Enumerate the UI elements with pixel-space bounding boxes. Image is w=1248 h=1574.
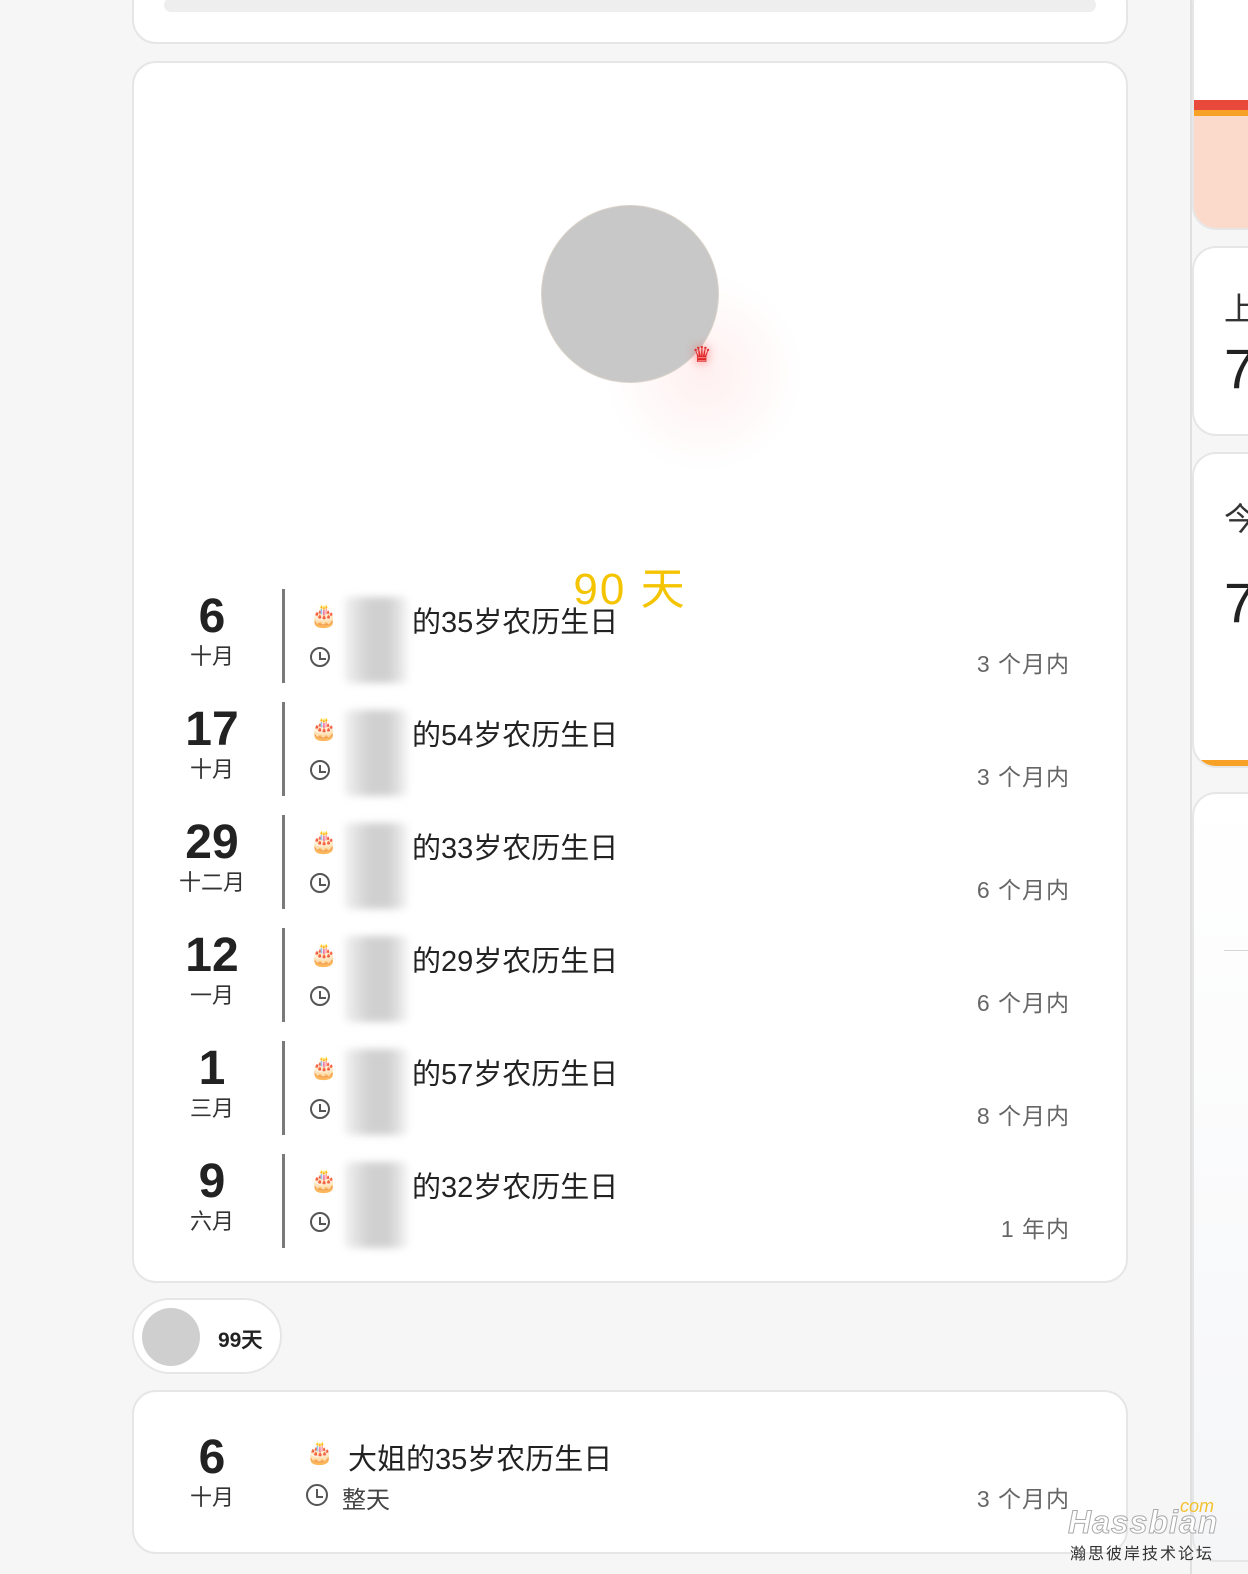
watermark-brand: Hassbian [1067,1504,1219,1541]
event-row[interactable]: 17 十月 🎂 的54岁农历生日 3 个月内 [134,702,1126,798]
redacted-name [344,597,408,683]
divider [1224,950,1248,951]
clock-icon [306,1484,328,1506]
event-row[interactable]: 29 十二月 🎂 的33岁农历生日 6 个月内 [134,815,1126,911]
event-relative-time: 3 个月内 [976,1486,1070,1512]
event-month: 六月 [189,1209,234,1234]
event-title: 大姐的35岁农历生日 [348,1444,613,1476]
event-day: 9 [198,1155,226,1208]
event-divider [282,815,285,909]
clock-icon [310,760,330,780]
horizontal-scrollbar[interactable] [164,0,1096,12]
redacted-name [344,1049,408,1135]
event-month: 一月 [189,983,234,1008]
watermark-logo: com Hassbian 瀚思彼岸技术论坛 [1067,1496,1228,1563]
event-relative-time: 6 个月内 [976,990,1070,1016]
event-month: 十二月 [178,870,245,895]
red-stripe [1194,100,1248,110]
redacted-name [344,823,408,909]
event-day: 6 [198,1431,226,1484]
event-date: 29 十二月 [162,815,262,895]
right-card-value: 7 [1224,570,1248,635]
cake-icon: 🎂 [310,829,338,854]
event-divider [282,702,285,796]
redacted-name [344,710,408,796]
event-day: 29 [185,816,239,869]
event-title: 的29岁农历生日 [412,946,619,978]
event-day: 12 [185,929,239,982]
person-chip[interactable]: 99天 [132,1298,282,1374]
event-date: 6 十月 [162,1430,262,1510]
clock-icon [310,647,330,667]
event-title: 的54岁农历生日 [412,720,619,752]
event-row[interactable]: 12 一月 🎂 的29岁农历生日 6 个月内 [134,928,1126,1024]
event-divider [282,1041,285,1135]
right-card-today[interactable]: 今 7 [1192,452,1248,768]
clock-icon [310,873,330,893]
event-relative-time: 3 个月内 [976,764,1070,790]
event-date: 9 六月 [162,1154,262,1234]
event-relative-time: 3 个月内 [976,651,1070,677]
chip-days-label: 99天 [218,1329,263,1352]
cake-icon: 🎂 [310,1168,338,1193]
event-divider [282,1154,285,1248]
event-title: 的57岁农历生日 [412,1059,619,1091]
redacted-name [344,1162,408,1248]
clock-icon [310,1099,330,1119]
right-card-previous[interactable]: 上 7 [1192,246,1248,436]
event-relative-time: 6 个月内 [976,877,1070,903]
event-divider [282,928,285,1022]
top-card [132,0,1128,44]
event-title: 的35岁农历生日 [412,607,619,639]
cake-icon: 🎂 [306,1440,334,1465]
birthday-cake-icon: ♛ [692,342,712,367]
clock-icon [310,1212,330,1232]
watermark-subtitle: 瀚思彼岸技术论坛 [1070,1546,1215,1563]
clock-icon [310,986,330,1006]
event-date: 12 一月 [162,928,262,1008]
event-month: 十月 [189,644,234,669]
event-row[interactable]: 1 三月 🎂 的57岁农历生日 8 个月内 [134,1041,1126,1137]
cake-icon: 🎂 [310,716,338,741]
orange-underline [1194,760,1248,766]
event-day: 1 [198,1042,226,1095]
event-date: 17 十月 [162,702,262,782]
event-month: 十月 [189,1485,234,1510]
cake-icon: 🎂 [310,603,338,628]
event-title: 的32岁农历生日 [412,1172,619,1204]
redacted-name [344,936,408,1022]
event-date: 6 十月 [162,589,262,669]
event-month: 十月 [189,757,234,782]
event-month: 三月 [189,1096,234,1121]
event-day: 6 [198,590,226,643]
next-event-card[interactable]: 6 十月 🎂 大姐的35岁农历生日 整天 3 个月内 [132,1390,1128,1554]
cake-icon: 🎂 [310,942,338,967]
all-day-label: 整天 [342,1487,390,1514]
event-divider [282,589,285,683]
event-relative-time: 1 年内 [1000,1216,1070,1242]
right-card-list[interactable] [1192,792,1248,1562]
event-date: 1 三月 [162,1041,262,1121]
right-card-label: 今 [1224,494,1248,540]
person-avatar[interactable]: ♛ [542,206,722,386]
right-card-label: 上 [1224,284,1248,330]
birthday-card: ♛ 90 天 6 十月 🎂 的35岁农历生日 3 个月内 17 十月 🎂 的54岁农历生日 3 个… [132,61,1128,1283]
event-relative-time: 8 个月内 [976,1103,1070,1129]
right-card-value: 7 [1224,336,1248,401]
event-day: 17 [185,703,239,756]
chip-avatar [142,1308,200,1366]
right-card-calendar[interactable] [1192,0,1248,230]
event-title: 的33岁农历生日 [412,833,619,865]
event-row[interactable]: 6 十月 🎂 的35岁农历生日 3 个月内 [134,589,1126,685]
event-row[interactable]: 9 六月 🎂 的32岁农历生日 1 年内 [134,1154,1126,1250]
cake-icon: 🎂 [310,1055,338,1080]
peach-panel [1194,116,1248,228]
